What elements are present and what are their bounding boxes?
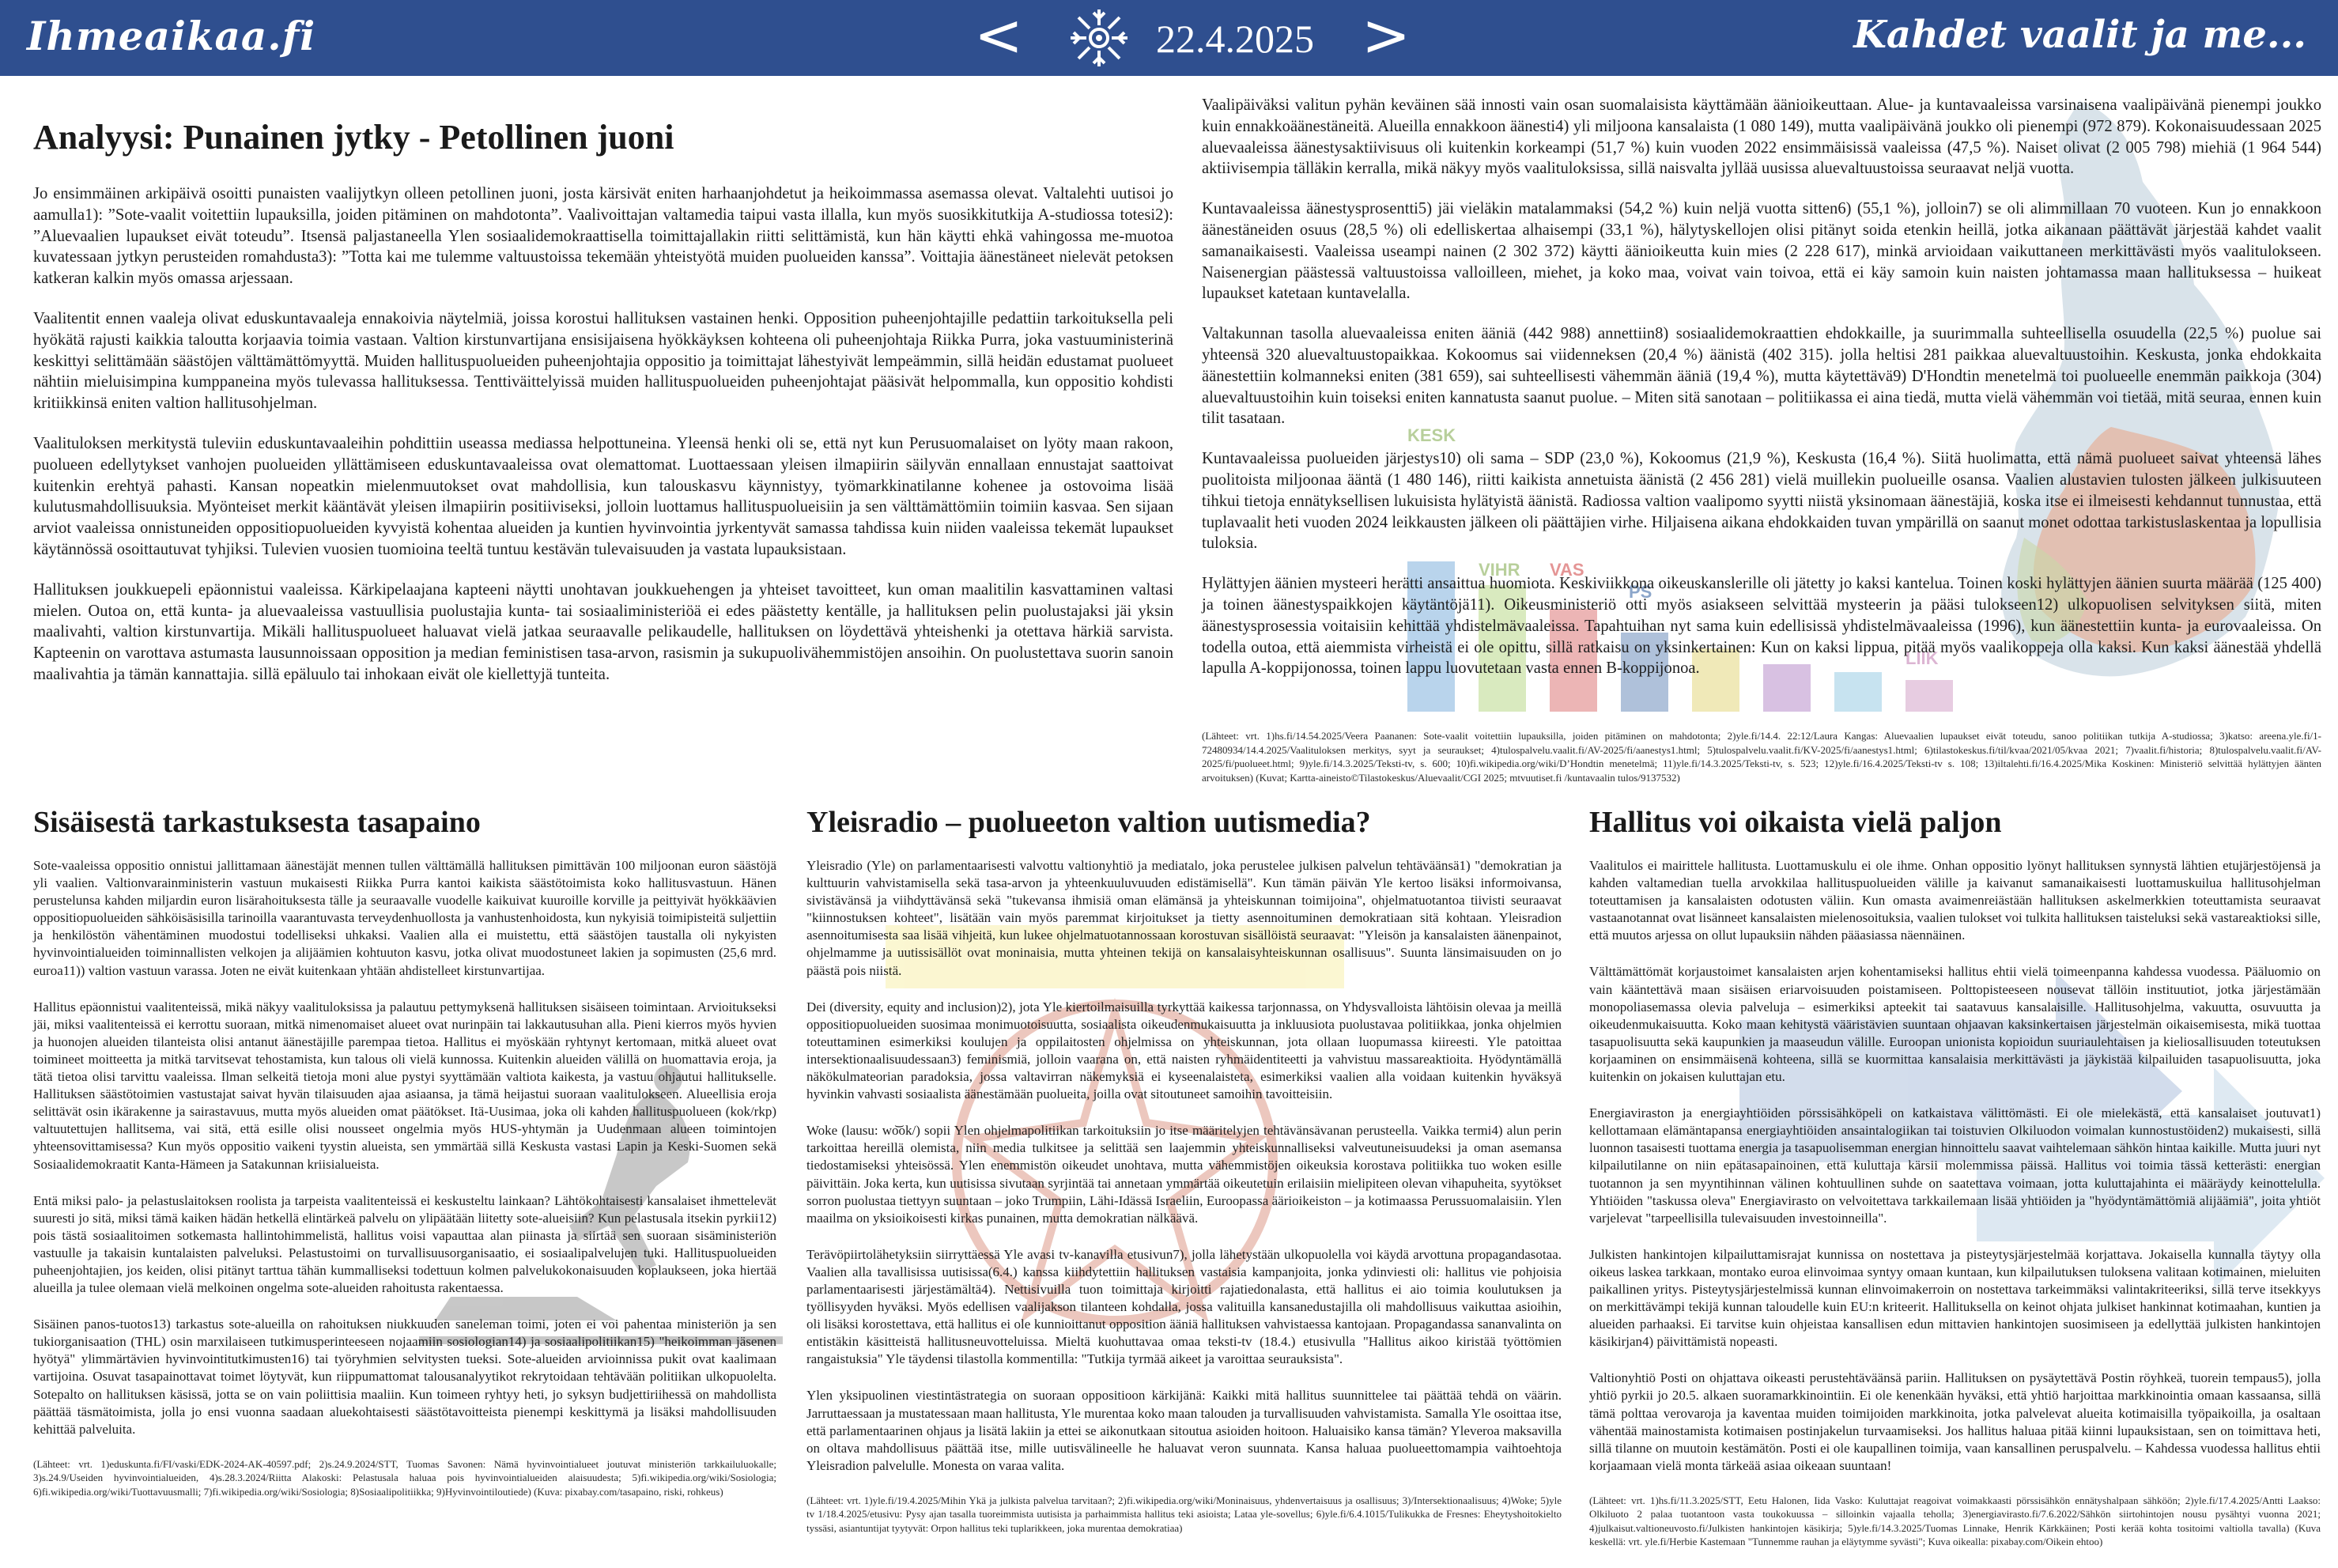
section-column: Sote-vaaleissa oppositio onnistui jallit…: [33, 857, 776, 1517]
snowflake-emblem-icon: [1071, 9, 1127, 66]
analysis-paragraph: Vaalipäiväksi valitun pyhän keväinen sää…: [1202, 96, 2321, 178]
section-heading: Sisäisestä tarkastuksesta tasapaino: [33, 806, 481, 839]
section-paragraph: Vaalitulos ei mairittele hallitusta. Luo…: [1589, 858, 2321, 943]
section-paragraph: Terävöpiirtolähetyksiin siirryttäessä Yl…: [806, 1246, 1562, 1367]
section-sources: (Lähteet: vrt. 1)yle.fi/19.4.2025/Mihin …: [806, 1494, 1562, 1534]
page-title: Analyysi: Punainen jytky - Petollinen ju…: [33, 118, 674, 157]
section-paragraph: Yleisradio (Yle) on parlamentaarisesti v…: [806, 858, 1562, 978]
section-paragraph: Sote-vaaleissa oppositio onnistui jallit…: [33, 858, 776, 978]
section-paragraph: Julkisten hankintojen kilpailuttamisraja…: [1589, 1246, 2321, 1350]
analysis-sources: (Lähteet: vrt. 1)hs.fi/14.54.2025/Veera …: [1202, 729, 2321, 784]
section-paragraph: Sisäinen panos-tuotos13) tarkastus sote-…: [33, 1317, 776, 1437]
section-paragraph: Ylen yksipuolinen viestintästrategia on …: [806, 1388, 1562, 1473]
section-paragraph: Välttämättömät korjaustoimet kansalaiste…: [1589, 964, 2321, 1085]
analysis-paragraph: Jo ensimmäinen arkipäivä osoitti punaist…: [33, 185, 1173, 288]
section-sources: (Lähteet: vrt. 1)hs.fi/11.3.2025/STT, Ee…: [1589, 1494, 2321, 1548]
section-sources: (Lähteet: vrt. 1)eduskunta.fi/FI/vaski/E…: [33, 1457, 776, 1498]
analysis-paragraph: Kuntavaaleissa äänestysprosentti5) jäi v…: [1202, 200, 2321, 303]
section-column: Vaalitulos ei mairittele hallitusta. Luo…: [1589, 857, 2321, 1568]
analysis-left-column: Jo ensimmäinen arkipäivä osoitti punaist…: [33, 183, 1173, 705]
analysis-paragraph: Hylättyjen äänien mysteeri herätti ansai…: [1202, 575, 2321, 678]
section-heading: Yleisradio – puolueeton valtion uutismed…: [806, 806, 1371, 839]
section-paragraph: Entä miksi palo- ja pelastuslaitoksen ro…: [33, 1192, 776, 1296]
section-paragraph: Woke (lausu: wo͝ok/) sopii Ylen ohjelmap…: [806, 1123, 1562, 1226]
section-paragraph: Dei (diversity, equity and inclusion)2),…: [806, 999, 1562, 1102]
analysis-paragraph: Kuntavaaleissa puolueiden järjestys10) o…: [1202, 450, 2321, 553]
analysis-paragraph: Vaalituloksen merkitystä tuleviin edusku…: [33, 434, 1173, 558]
previous-chevron-left-icon[interactable]: <: [974, 3, 1023, 68]
image-credits: (Kuvat; Kartta-aineisto©Tilastokeskus/Al…: [1256, 771, 1680, 784]
section-heading: Hallitus voi oikaista vielä paljon: [1589, 806, 2002, 839]
site-logo[interactable]: Ihmeaikaa.fi: [27, 13, 315, 59]
series-title[interactable]: Kahdet vaalit ja me...: [1853, 13, 2306, 57]
section-paragraph: Hallitus epäonnistui vaalitenteissä, mik…: [33, 999, 776, 1172]
section-column: Yleisradio (Yle) on parlamentaarisesti v…: [806, 857, 1562, 1554]
top-bar: Ihmeaikaa.fi < 22.4.2025 > Kahdet vaalit…: [0, 0, 2338, 76]
analysis-right-column: Vaalipäiväksi valitun pyhän keväinen sää…: [1202, 95, 2321, 698]
section-paragraph: Energiaviraston ja energiayhtiöiden pörs…: [1589, 1105, 2321, 1226]
next-chevron-right-icon[interactable]: >: [1362, 3, 1411, 68]
issue-date: 22.4.2025: [1156, 17, 1314, 61]
analysis-paragraph: Vaalitentit ennen vaaleja olivat eduskun…: [33, 309, 1173, 413]
analysis-paragraph: Hallituksen joukkuepeli epäonnistui vaal…: [33, 580, 1173, 683]
section-paragraph: Valtionyhtiö Posti on ohjattava oikeasti…: [1589, 1370, 2321, 1473]
analysis-paragraph: Valtakunnan tasolla aluevaaleissa eniten…: [1202, 325, 2321, 428]
